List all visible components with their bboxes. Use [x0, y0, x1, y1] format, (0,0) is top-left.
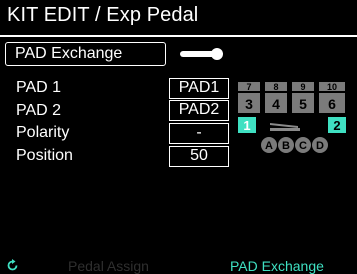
- pad-mid-row: 3 4 5 6: [238, 93, 345, 113]
- pedal-icon: [270, 123, 300, 131]
- pad-layout-diagram: 7 8 9 10 3 4 5 6 1 2 A B C D: [238, 82, 346, 153]
- pad-3-label: 3: [245, 96, 253, 112]
- pad-d-label: D: [316, 140, 324, 152]
- pad-10-label: 10: [327, 82, 337, 92]
- position-label: Position: [16, 147, 73, 164]
- pad-6-label: 6: [328, 96, 336, 112]
- screen-title: KIT EDIT / Exp Pedal: [7, 4, 199, 26]
- pad1-value[interactable]: PAD1: [169, 78, 229, 99]
- footer-bar: Pedal Assign PAD Exchange: [0, 257, 357, 274]
- pad-exchange-toggle[interactable]: [179, 47, 225, 61]
- pad-2-label: 2: [333, 118, 340, 133]
- pad-exchange-field[interactable]: PAD Exchange: [5, 42, 166, 66]
- pad-7-label: 7: [246, 82, 251, 92]
- pad-1-label: 1: [243, 118, 250, 133]
- pad1-label: PAD 1: [16, 79, 62, 96]
- pad-b-label: B: [282, 140, 290, 152]
- pad2-value[interactable]: PAD2: [169, 100, 229, 121]
- pad-4-label: 4: [272, 96, 280, 112]
- polarity-label: Polarity: [16, 124, 70, 141]
- position-value[interactable]: 50: [169, 146, 229, 167]
- pedal-assign-tab[interactable]: Pedal Assign: [68, 258, 149, 274]
- pad-5-label: 5: [299, 96, 307, 112]
- pad2-label: PAD 2: [16, 102, 62, 119]
- pad-a-label: A: [265, 140, 273, 152]
- refresh-icon[interactable]: [6, 259, 19, 272]
- polarity-value[interactable]: -: [169, 123, 229, 144]
- pad-8-label: 8: [273, 82, 278, 92]
- pad-c-label: C: [299, 140, 307, 152]
- pad-exchange-tab[interactable]: PAD Exchange: [230, 258, 324, 274]
- title-divider: [0, 35, 357, 37]
- pad-9-label: 9: [300, 82, 305, 92]
- pad-top-row: 7 8 9 10: [238, 82, 345, 92]
